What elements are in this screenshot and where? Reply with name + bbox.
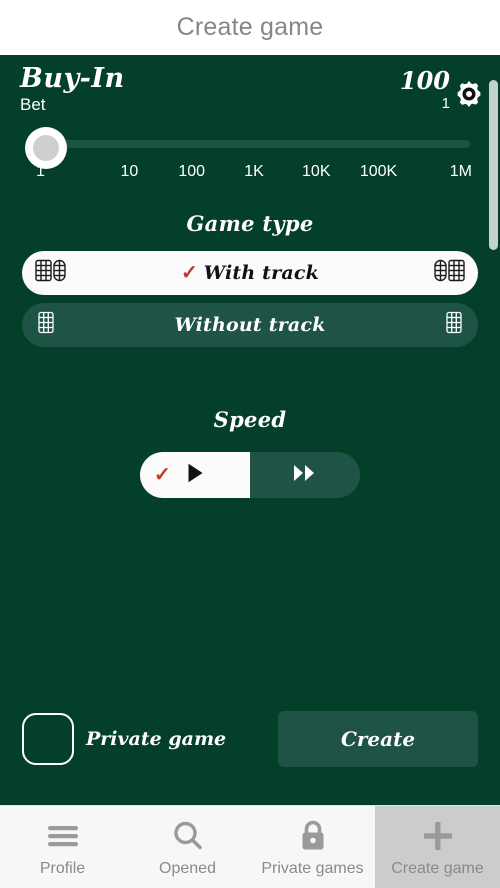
gear-icon[interactable]: [454, 79, 484, 114]
track-board-single-icon: [442, 309, 466, 342]
buyin-amount-group: 100 1: [400, 69, 450, 114]
track-board-double-icon: [34, 257, 68, 290]
buyin-section: Buy-In Bet 100 1: [0, 55, 500, 115]
slider-tick-labels: 1 10 100 1K 10K 100K 1M: [16, 161, 484, 181]
slider-tick-3: 1K: [244, 163, 264, 181]
speed-option-normal[interactable]: ✓: [140, 452, 250, 499]
speed-toggle: ✓: [140, 452, 360, 499]
buyin-sub-amount: 1: [441, 95, 450, 112]
buyin-amount: 100: [399, 66, 450, 95]
plus-icon: [416, 816, 460, 856]
lock-icon: [291, 816, 335, 856]
create-button[interactable]: Create: [278, 711, 478, 767]
game-type-option-with-track[interactable]: ✓ With track: [22, 251, 478, 296]
private-game-checkbox[interactable]: [22, 713, 74, 765]
track-board-single-icon: [34, 309, 58, 342]
track-board-double-icon: [432, 257, 466, 290]
top-app-bar: Create game: [0, 0, 500, 55]
option-check-icon: ✓: [154, 464, 171, 487]
private-game-group[interactable]: Private game: [22, 713, 278, 765]
bet-label: Bet: [20, 95, 46, 115]
game-type-option-without-track[interactable]: Without track: [22, 303, 478, 348]
fast-forward-icon: [291, 461, 319, 490]
hamburger-menu-icon: [41, 816, 85, 856]
vertical-scrollbar[interactable]: [489, 80, 498, 250]
speed-heading: Speed: [213, 407, 287, 433]
buyin-title: Buy-In: [20, 63, 125, 94]
nav-label-create-game: Create game: [391, 860, 484, 877]
game-type-options: ✓ With track Without track: [0, 251, 500, 348]
search-icon: [166, 816, 210, 856]
buyin-labels: Buy-In Bet: [20, 63, 125, 115]
nav-label-profile: Profile: [39, 860, 86, 877]
nav-label-private-games: Private games: [261, 860, 364, 877]
slider-tick-6: 1M: [449, 163, 472, 181]
page-title: Create game: [176, 13, 324, 41]
slider-tick-1: 10: [120, 163, 139, 181]
create-button-label: Create: [340, 727, 416, 751]
buyin-slider-section: 1 10 100 1K 10K 100K 1M: [0, 115, 500, 181]
slider-track[interactable]: [30, 140, 470, 149]
slider-tick-4: 10K: [302, 163, 331, 181]
play-icon: [182, 460, 208, 491]
nav-item-profile[interactable]: Profile: [0, 806, 125, 888]
bottom-navigation: Profile Opened Private games Create game: [0, 805, 500, 888]
nav-item-create-game[interactable]: Create game: [375, 806, 500, 888]
private-game-label: Private game: [86, 728, 227, 750]
nav-item-opened[interactable]: Opened: [125, 806, 250, 888]
footer-controls: Private game Create: [0, 711, 500, 767]
main-content: Buy-In Bet 100 1 1 10 100 1K 10K 100K 1M…: [0, 55, 500, 805]
option-check-icon: ✓: [180, 262, 198, 285]
create-game-screen: Create game Buy-In Bet 100 1 1 10 100 1K…: [0, 0, 500, 888]
nav-item-private-games[interactable]: Private games: [250, 806, 375, 888]
nav-label-opened: Opened: [159, 860, 216, 877]
buyin-values: 100 1: [400, 65, 484, 114]
game-type-heading: Game type: [186, 211, 314, 237]
game-type-option-label: Without track: [174, 314, 326, 337]
buyin-slider[interactable]: [16, 125, 484, 170]
slider-tick-5: 100K: [359, 163, 398, 181]
game-type-option-label: With track: [203, 262, 320, 285]
speed-option-fast[interactable]: [250, 452, 360, 498]
speed-toggle-wrap: ✓: [0, 452, 500, 499]
slider-tick-2: 100: [178, 163, 206, 181]
